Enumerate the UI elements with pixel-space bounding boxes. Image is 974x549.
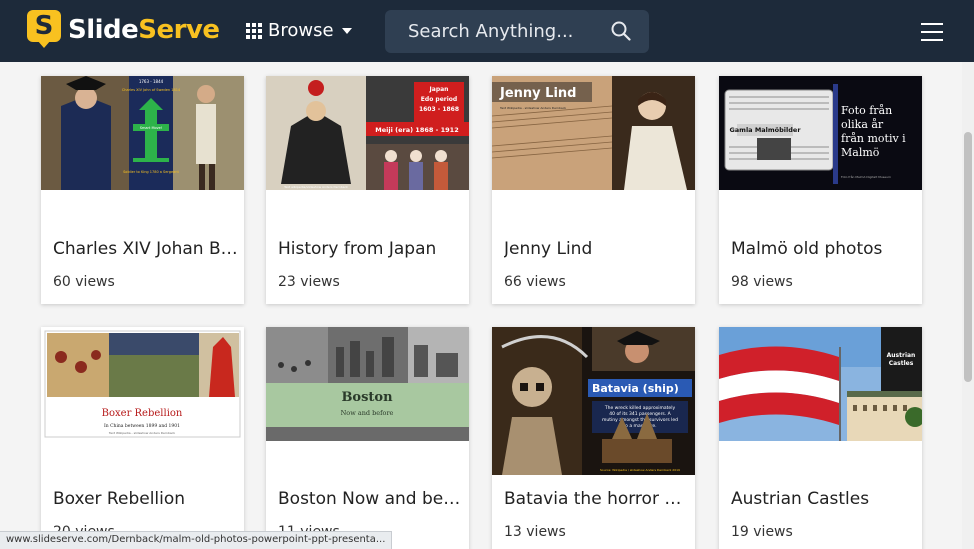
thumb-text: Gamla Malmöbilder xyxy=(729,126,801,134)
thumbnail-boston[interactable]: Boston Now and before xyxy=(266,327,469,441)
thumb-text: 40 of its 341 passengers. A xyxy=(609,411,671,417)
card-title[interactable]: Boxer Rebellion xyxy=(53,488,239,510)
status-bar-url: www.slideserve.com/Dernback/malm-old-pho… xyxy=(0,531,393,549)
browse-label: Browse xyxy=(268,20,334,41)
slideserve-logo-icon[interactable]: S xyxy=(27,10,61,48)
thumb-text: In China between 1899 and 1901 xyxy=(104,423,180,429)
thumbnail-charles-xiv[interactable]: 1763 - 1844 Charles XIV John of Sweden 1… xyxy=(41,76,244,190)
thumb-text: Charles XIV John of Sweden 1814 xyxy=(122,88,181,92)
card-title[interactable]: Jenny Lind xyxy=(504,238,690,260)
top-navigation-bar: S SlideServe Browse xyxy=(0,0,974,62)
presentation-card[interactable]: Japan Edo period 1603 - 1868 Meiji (era)… xyxy=(266,76,469,304)
thumb-text: Japan xyxy=(429,86,449,93)
thumb-text: Smart Move! xyxy=(140,126,163,130)
thumb-text: Jenny Lind xyxy=(499,86,576,101)
thumb-text: Malmö xyxy=(841,146,880,159)
presentation-card[interactable]: Austrian Castles Austrian Castles 19 vie… xyxy=(719,327,922,549)
thumb-text: Batavia (ship) xyxy=(592,382,679,395)
thumbnail-austrian-castles[interactable]: Austrian Castles xyxy=(719,327,922,441)
card-views: 66 views xyxy=(504,274,566,290)
search-icon[interactable] xyxy=(611,21,631,41)
card-title[interactable]: Malmö old photos xyxy=(731,238,917,260)
card-views: 98 views xyxy=(731,274,793,290)
thumb-text: Boxer Rebellion xyxy=(102,408,183,419)
thumb-text: från motiv i xyxy=(841,132,906,145)
thumb-text: 1763 - 1844 xyxy=(139,79,164,84)
presentation-card[interactable]: 1763 - 1844 Charles XIV John of Sweden 1… xyxy=(41,76,244,304)
thumb-text: Soldier to King 1780 a Sergeant xyxy=(123,170,179,174)
thumbnail-history-japan[interactable]: Japan Edo period 1603 - 1868 Meiji (era)… xyxy=(266,76,469,190)
search-input[interactable] xyxy=(385,10,605,53)
thumb-text: Text Wikipedia - slideshow Anders Dernba… xyxy=(108,431,175,435)
presentation-card[interactable]: Boxer Rebellion In China between 1899 an… xyxy=(41,327,244,549)
thumb-text: Source: Wikipedia / slideshow Anders Der… xyxy=(600,468,680,472)
thumb-text: Edo period xyxy=(421,96,457,103)
thumb-text: Austrian xyxy=(887,352,916,359)
thumb-text: Now and before xyxy=(341,409,394,417)
card-title[interactable]: Austrian Castles xyxy=(731,488,917,510)
thumbnail-jenny-lind[interactable]: Jenny Lind Text Wikipedia - slideshow An… xyxy=(492,76,695,190)
card-views: 60 views xyxy=(53,274,115,290)
presentation-card[interactable]: Batavia (ship) The wreck killed approxim… xyxy=(492,327,695,549)
brand-name[interactable]: SlideServe xyxy=(68,13,220,47)
page-scrollbar[interactable] xyxy=(962,62,974,549)
card-views: 19 views xyxy=(731,524,793,540)
thumb-text: Text wikipedia/slideshow Anders Dernback xyxy=(283,185,348,189)
presentation-card[interactable]: Boston Now and before Boston Now and bef… xyxy=(266,327,469,549)
thumbnail-batavia[interactable]: Batavia (ship) The wreck killed approxim… xyxy=(492,327,695,475)
card-title[interactable]: Boston Now and before xyxy=(278,488,464,510)
thumb-text: mutiny amongst the survivors led xyxy=(602,417,678,423)
presentation-card[interactable]: Gamla Malmöbilder Foto från olika år frå… xyxy=(719,76,922,304)
thumbnail-boxer-rebellion[interactable]: Boxer Rebellion In China between 1899 an… xyxy=(41,327,244,441)
thumb-text: Meiji (era) 1868 - 1912 xyxy=(375,126,458,134)
card-views: 23 views xyxy=(278,274,340,290)
card-title[interactable]: Charles XIV Johan Ber... xyxy=(53,238,239,260)
thumb-text: Foto från Malmö Digitalt Museum xyxy=(841,174,891,179)
thumb-text: Foto från xyxy=(841,104,892,117)
card-title[interactable]: History from Japan xyxy=(278,238,464,260)
card-title[interactable]: Batavia the horror ship xyxy=(504,488,690,510)
scrollbar-thumb[interactable] xyxy=(964,132,972,382)
chevron-down-icon xyxy=(341,28,352,34)
search-box xyxy=(385,10,649,53)
grid-icon xyxy=(246,23,262,39)
thumb-text: Text Wikipedia - slideshow Anders Dernba… xyxy=(499,106,566,110)
thumb-text: The wreck killed approximately xyxy=(604,405,676,411)
thumb-text: Boston xyxy=(341,390,393,405)
thumbnail-malmo-old-photos[interactable]: Gamla Malmöbilder Foto från olika år frå… xyxy=(719,76,922,190)
thumb-text: olika år xyxy=(841,118,884,131)
card-views: 13 views xyxy=(504,524,566,540)
thumb-text: Castles xyxy=(889,360,914,367)
browse-menu-button[interactable]: Browse xyxy=(246,20,352,42)
presentation-card[interactable]: Jenny Lind Text Wikipedia - slideshow An… xyxy=(492,76,695,304)
thumb-text: 1603 - 1868 xyxy=(419,106,459,113)
hamburger-menu-icon[interactable] xyxy=(921,23,943,41)
